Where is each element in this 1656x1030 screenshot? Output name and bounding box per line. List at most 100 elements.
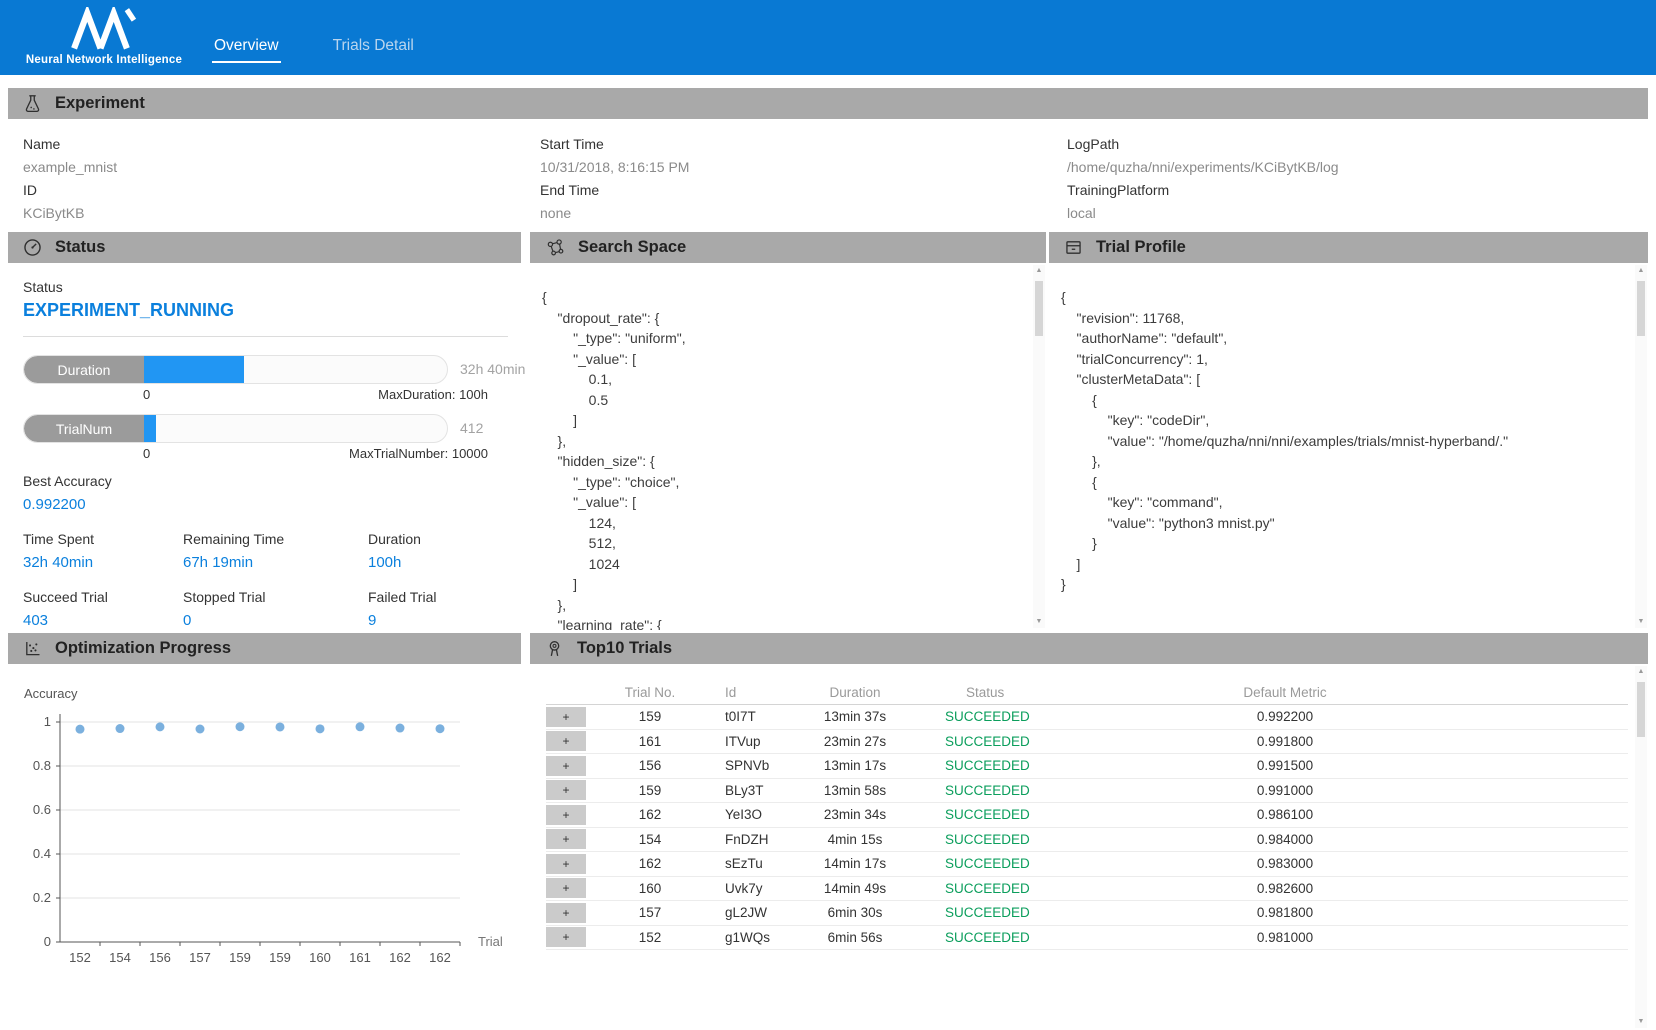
expand-row-button[interactable]: +	[546, 731, 586, 751]
trial-no-cell: 161	[590, 734, 710, 749]
trial-status-cell: SUCCEEDED	[920, 783, 1100, 798]
trial-metric-cell: 0.991500	[1100, 758, 1470, 773]
search-space-json: { "dropout_rate": { "_type": "uniform", …	[530, 263, 1046, 630]
expand-row-button[interactable]: +	[546, 878, 586, 898]
stat-value-failed-trial: 9	[368, 612, 498, 629]
table-row: + 160 Uvk7y 14min 49s SUCCEEDED 0.982600	[546, 877, 1628, 902]
status-label: Status	[23, 279, 521, 295]
duration-progress: Duration 32h 40min 0 MaxDuration: 100h	[23, 355, 521, 402]
trial-no-cell: 162	[590, 807, 710, 822]
progress-name: Duration	[24, 356, 144, 383]
brand-name: Neural Network Intelligence	[24, 54, 184, 66]
scroll-up-icon[interactable]: ▲	[1033, 265, 1045, 277]
progress-name: TrialNum	[24, 415, 144, 442]
stat-value-duration: 100h	[368, 554, 498, 571]
trial-profile-scrollbar[interactable]: ▲ ▼	[1635, 265, 1647, 628]
stat-value-succeed-trial: 403	[23, 612, 183, 629]
nni-logo: Neural Network Intelligence	[24, 5, 184, 66]
trial-status-cell: SUCCEEDED	[920, 832, 1100, 847]
table-row: + 162 sEzTu 14min 17s SUCCEEDED 0.983000	[546, 852, 1628, 877]
scroll-down-icon[interactable]: ▼	[1635, 616, 1647, 628]
svg-text:0.8: 0.8	[33, 758, 51, 773]
svg-text:162: 162	[389, 950, 411, 965]
trial-id-cell: Uvk7y	[710, 881, 790, 896]
tab-trials-detail[interactable]: Trials Detail	[331, 37, 416, 63]
trial-no-cell: 156	[590, 758, 710, 773]
expand-row-button[interactable]: +	[546, 780, 586, 800]
trial-id-cell: BLy3T	[710, 783, 790, 798]
experiment-section-header: Experiment	[8, 88, 1648, 119]
trial-id-cell: sEzTu	[710, 856, 790, 871]
trial-profile-panel: { "revision": 11768, "authorName": "defa…	[1049, 263, 1648, 630]
divider	[23, 336, 508, 337]
nni-dashboard: Neural Network Intelligence Overview Tri…	[0, 0, 1656, 1030]
scrollbar-thumb[interactable]	[1035, 281, 1043, 336]
expand-row-button[interactable]: +	[546, 805, 586, 825]
trial-profile-section-header: Trial Profile	[1049, 232, 1648, 263]
scrollbar-thumb[interactable]	[1637, 281, 1645, 336]
nav-tabs: Overview Trials Detail	[212, 37, 416, 63]
svg-text:161: 161	[349, 950, 371, 965]
table-row: + 152 g1WQs 6min 56s SUCCEEDED 0.981000	[546, 926, 1628, 951]
trial-metric-cell: 0.991000	[1100, 783, 1470, 798]
column-header-duration: Duration	[790, 685, 920, 700]
stat-value-remaining-time: 67h 19min	[183, 554, 368, 571]
optimization-chart: 00.20.40.60.8115215415615715915916016116…	[8, 680, 521, 980]
trial-status-cell: SUCCEEDED	[920, 807, 1100, 822]
svg-text:154: 154	[109, 950, 131, 965]
progress-value: 412	[460, 414, 483, 443]
scroll-down-icon[interactable]: ▼	[1635, 1016, 1647, 1028]
svg-text:156: 156	[149, 950, 171, 965]
section-title-top10: Top10 Trials	[577, 639, 672, 658]
trial-profile-json: { "revision": 11768, "authorName": "defa…	[1049, 263, 1648, 595]
scatter-point	[316, 724, 325, 733]
progress-fill	[144, 356, 244, 383]
trial-no-cell: 159	[590, 709, 710, 724]
svg-text:0.4: 0.4	[33, 846, 51, 861]
field-label-training-platform: TrainingPlatform	[1067, 179, 1339, 202]
experiment-info: Name example_mnist ID KCiBytKB Start Tim…	[8, 119, 1648, 232]
column-header-trial-no: Trial No.	[590, 685, 710, 700]
table-row: + 157 gL2JW 6min 30s SUCCEEDED 0.981800	[546, 901, 1628, 926]
section-title-optimization: Optimization Progress	[55, 639, 231, 658]
section-title-status: Status	[55, 238, 105, 257]
expand-row-button[interactable]: +	[546, 829, 586, 849]
svg-text:159: 159	[229, 950, 251, 965]
expand-row-button[interactable]: +	[546, 756, 586, 776]
column-header-id: Id	[710, 685, 790, 700]
top10-panel: Trial No. Id Duration Status Default Met…	[530, 664, 1648, 1030]
section-title-experiment: Experiment	[55, 94, 145, 113]
table-header-row: Trial No. Id Duration Status Default Met…	[546, 680, 1628, 705]
expand-row-button[interactable]: +	[546, 707, 586, 727]
field-label-name: Name	[23, 133, 117, 156]
search-space-scrollbar[interactable]: ▲ ▼	[1033, 265, 1045, 628]
scroll-up-icon[interactable]: ▲	[1635, 265, 1647, 277]
scroll-up-icon[interactable]: ▲	[1635, 666, 1647, 678]
top10-scrollbar[interactable]: ▲ ▼	[1635, 666, 1647, 1028]
tab-overview[interactable]: Overview	[212, 37, 281, 63]
stat-label-remaining-time: Remaining Time	[183, 531, 368, 547]
scatter-point	[396, 724, 405, 733]
expand-row-button[interactable]: +	[546, 854, 586, 874]
field-label-start-time: Start Time	[540, 133, 689, 156]
scroll-down-icon[interactable]: ▼	[1033, 616, 1045, 628]
trial-duration-cell: 13min 37s	[790, 709, 920, 724]
svg-text:162: 162	[429, 950, 451, 965]
status-panel: Status EXPERIMENT_RUNNING Duration 32h 4…	[8, 263, 521, 630]
nni-logo-icon	[68, 7, 140, 51]
scatter-point	[196, 725, 205, 734]
trial-metric-cell: 0.984000	[1100, 832, 1470, 847]
trial-duration-cell: 14min 49s	[790, 881, 920, 896]
trial-duration-cell: 6min 56s	[790, 930, 920, 945]
column-header-status: Status	[920, 685, 1100, 700]
trial-no-cell: 157	[590, 905, 710, 920]
expand-row-button[interactable]: +	[546, 927, 586, 947]
scrollbar-thumb[interactable]	[1637, 682, 1645, 737]
top10-section-header: Top10 Trials	[530, 633, 1648, 664]
field-value-logpath: /home/quzha/nni/experiments/KCiBytKB/log	[1067, 156, 1339, 179]
column-header-default-metric: Default Metric	[1100, 685, 1470, 700]
top10-rows: + 159 t0I7T 13min 37s SUCCEEDED 0.992200…	[530, 705, 1648, 950]
expand-row-button[interactable]: +	[546, 903, 586, 923]
trial-no-cell: 152	[590, 930, 710, 945]
top-nav: Neural Network Intelligence Overview Tri…	[0, 0, 1656, 75]
